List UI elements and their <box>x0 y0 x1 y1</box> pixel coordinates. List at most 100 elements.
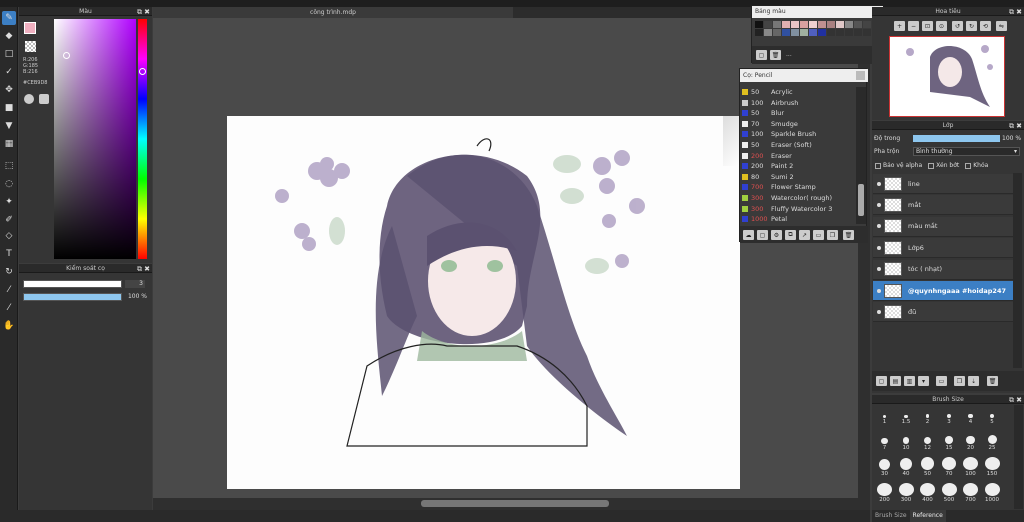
palette-swatches[interactable] <box>755 21 880 37</box>
brush-size-cell[interactable]: 7 <box>874 431 895 451</box>
text-tool-icon[interactable]: T <box>2 247 16 261</box>
lock-checkbox[interactable]: Khóa <box>965 162 988 169</box>
hue-slider-handle[interactable] <box>139 68 146 75</box>
brush-size-cell[interactable]: 10 <box>896 431 917 451</box>
brush-size-scrollbar[interactable] <box>1014 405 1023 509</box>
brush-size-cell[interactable]: 15 <box>939 431 960 451</box>
horizontal-scroll-thumb[interactable] <box>421 500 609 507</box>
operation-tool-icon[interactable]: ↻ <box>2 265 16 279</box>
magic-wand-tool-icon[interactable]: ✦ <box>2 195 16 209</box>
brush-list-item[interactable]: 100 Airbrush <box>742 98 856 108</box>
layer-menu-icon[interactable]: ▾ <box>918 376 929 386</box>
float-icon[interactable]: ⧉ <box>1009 8 1014 17</box>
brush-size-cell[interactable]: 150 <box>982 457 1003 477</box>
new-brush-icon[interactable]: ▢ <box>757 230 768 240</box>
brush-size-cell[interactable]: 100 <box>960 457 981 477</box>
eye-icon[interactable] <box>877 288 881 293</box>
float-icon[interactable]: ⧉ <box>137 265 142 274</box>
brush-size-cell[interactable]: 2 <box>917 405 938 425</box>
zoom-out-icon[interactable]: − <box>908 21 919 31</box>
brush-size-cell[interactable]: 400 <box>917 483 938 503</box>
float-icon[interactable]: ⧉ <box>1009 122 1014 131</box>
hue-slider[interactable] <box>138 19 147 259</box>
layer-row[interactable]: @quynhngaaa #hoidap247 <box>873 281 1013 301</box>
close-icon[interactable]: ✖ <box>1016 396 1022 404</box>
clipping-checkbox[interactable]: Xén bớt <box>928 162 959 169</box>
layer-row[interactable]: tóc ( nhạt) <box>873 259 1013 280</box>
tab-reference[interactable]: Reference <box>909 510 946 522</box>
eye-icon[interactable] <box>877 224 881 229</box>
picker-cursor[interactable] <box>63 52 70 59</box>
brush-size-cell[interactable]: 300 <box>896 483 917 503</box>
float-icon[interactable]: ⧉ <box>1009 396 1014 405</box>
hand-tool-icon[interactable]: ✋ <box>2 319 16 333</box>
drawing-canvas[interactable] <box>227 116 740 489</box>
brush-size-cell[interactable]: 1000 <box>982 483 1003 503</box>
layer-row[interactable]: mắt <box>873 195 1013 216</box>
fill-rect-tool-icon[interactable]: ■ <box>2 101 16 115</box>
flip-icon[interactable]: ⇋ <box>996 21 1007 31</box>
brush-folder-icon[interactable]: ▭ <box>813 230 824 240</box>
eye-icon[interactable] <box>877 309 881 314</box>
brush-list-scrollbar[interactable] <box>856 87 866 224</box>
layer-row[interactable]: màu mắt <box>873 216 1013 237</box>
brush-size-cell[interactable]: 50 <box>917 457 938 477</box>
bucket-tool-icon[interactable]: ▼ <box>2 119 16 133</box>
layer-folder-icon[interactable]: ▭ <box>936 376 947 386</box>
brush-list-item[interactable]: 1000 Petal <box>742 214 856 224</box>
float-icon[interactable]: ⧉ <box>137 8 142 17</box>
foreground-color-swatch[interactable] <box>24 22 36 34</box>
new-layer-icon[interactable]: ▢ <box>876 376 887 386</box>
layer-duplicate-icon[interactable]: ❐ <box>954 376 965 386</box>
blend-mode-select[interactable]: Bình thường ▾ <box>913 147 1020 156</box>
layer-scrollbar[interactable] <box>1013 173 1022 368</box>
color-wheel-icon[interactable] <box>24 94 34 104</box>
close-icon[interactable]: ✖ <box>1016 8 1022 16</box>
color-mode-icon[interactable] <box>39 94 49 104</box>
eye-icon[interactable] <box>877 181 881 186</box>
rect-tool-icon[interactable]: □ <box>2 47 16 61</box>
eye-icon[interactable] <box>877 245 881 250</box>
brush-size-cell[interactable]: 500 <box>939 483 960 503</box>
document-tab[interactable]: công trình.mdp <box>153 7 513 18</box>
brush-size-cell[interactable]: 40 <box>896 457 917 477</box>
new-halftone-layer-icon[interactable]: ▤ <box>890 376 901 386</box>
brush-settings-icon[interactable]: ⚙ <box>771 230 782 240</box>
brush-size-cell[interactable]: 1 <box>874 405 895 425</box>
rotate-reset-icon[interactable]: ⟲ <box>980 21 991 31</box>
close-icon[interactable]: ✖ <box>144 265 150 273</box>
brush-export-icon[interactable]: ↗ <box>799 230 810 240</box>
layer-row[interactable]: đũ <box>873 302 1013 323</box>
horizontal-scrollbar[interactable] <box>153 498 870 510</box>
brush-upload-icon[interactable]: ☁ <box>743 230 754 240</box>
brush-list-item[interactable]: 200 Eraser <box>742 151 856 161</box>
brush-size-cell[interactable]: 4 <box>960 405 981 425</box>
brush-list-item[interactable]: 70 Smudge <box>742 119 856 129</box>
brush-list-item[interactable]: 100 Sparkle Brush <box>742 129 856 139</box>
layer-merge-icon[interactable]: ⇣ <box>968 376 979 386</box>
brush-size-cell[interactable]: 70 <box>939 457 960 477</box>
trash-icon[interactable]: 🗑 <box>770 50 781 60</box>
select-pen-tool-icon[interactable]: ✐ <box>2 213 16 227</box>
zoom-actual-icon[interactable]: ⊙ <box>936 21 947 31</box>
brush-size-cell[interactable]: 25 <box>982 431 1003 451</box>
close-icon[interactable]: ✖ <box>1016 122 1022 130</box>
protect-alpha-checkbox[interactable]: Bảo vệ alpha <box>875 162 922 169</box>
rotate-left-icon[interactable]: ↺ <box>952 21 963 31</box>
rotate-right-icon[interactable]: ↻ <box>966 21 977 31</box>
brush-size-cell[interactable]: 20 <box>960 431 981 451</box>
zoom-fit-icon[interactable]: ⊡ <box>922 21 933 31</box>
brush-list-item[interactable]: 200 Paint 2 <box>742 161 856 171</box>
brush-size-cell[interactable]: 200 <box>874 483 895 503</box>
brush-size-cell[interactable]: 12 <box>917 431 938 451</box>
move-tool-icon[interactable]: ✥ <box>2 83 16 97</box>
brush-size-cell[interactable]: 1.5 <box>896 405 917 425</box>
brush-list-item[interactable]: 300 Fluffy Watercolor 3 <box>742 204 856 214</box>
eraser-tool-icon[interactable]: ◆ <box>2 29 16 43</box>
brush-list-close-button[interactable] <box>856 71 865 80</box>
tab-brush-size[interactable]: Brush Size <box>872 510 910 522</box>
brush-size-cell[interactable]: 3 <box>939 405 960 425</box>
layer-opacity-slider[interactable] <box>913 135 1000 142</box>
select-eraser-tool-icon[interactable]: ◇ <box>2 229 16 243</box>
layer-trash-icon[interactable]: 🗑 <box>987 376 998 386</box>
